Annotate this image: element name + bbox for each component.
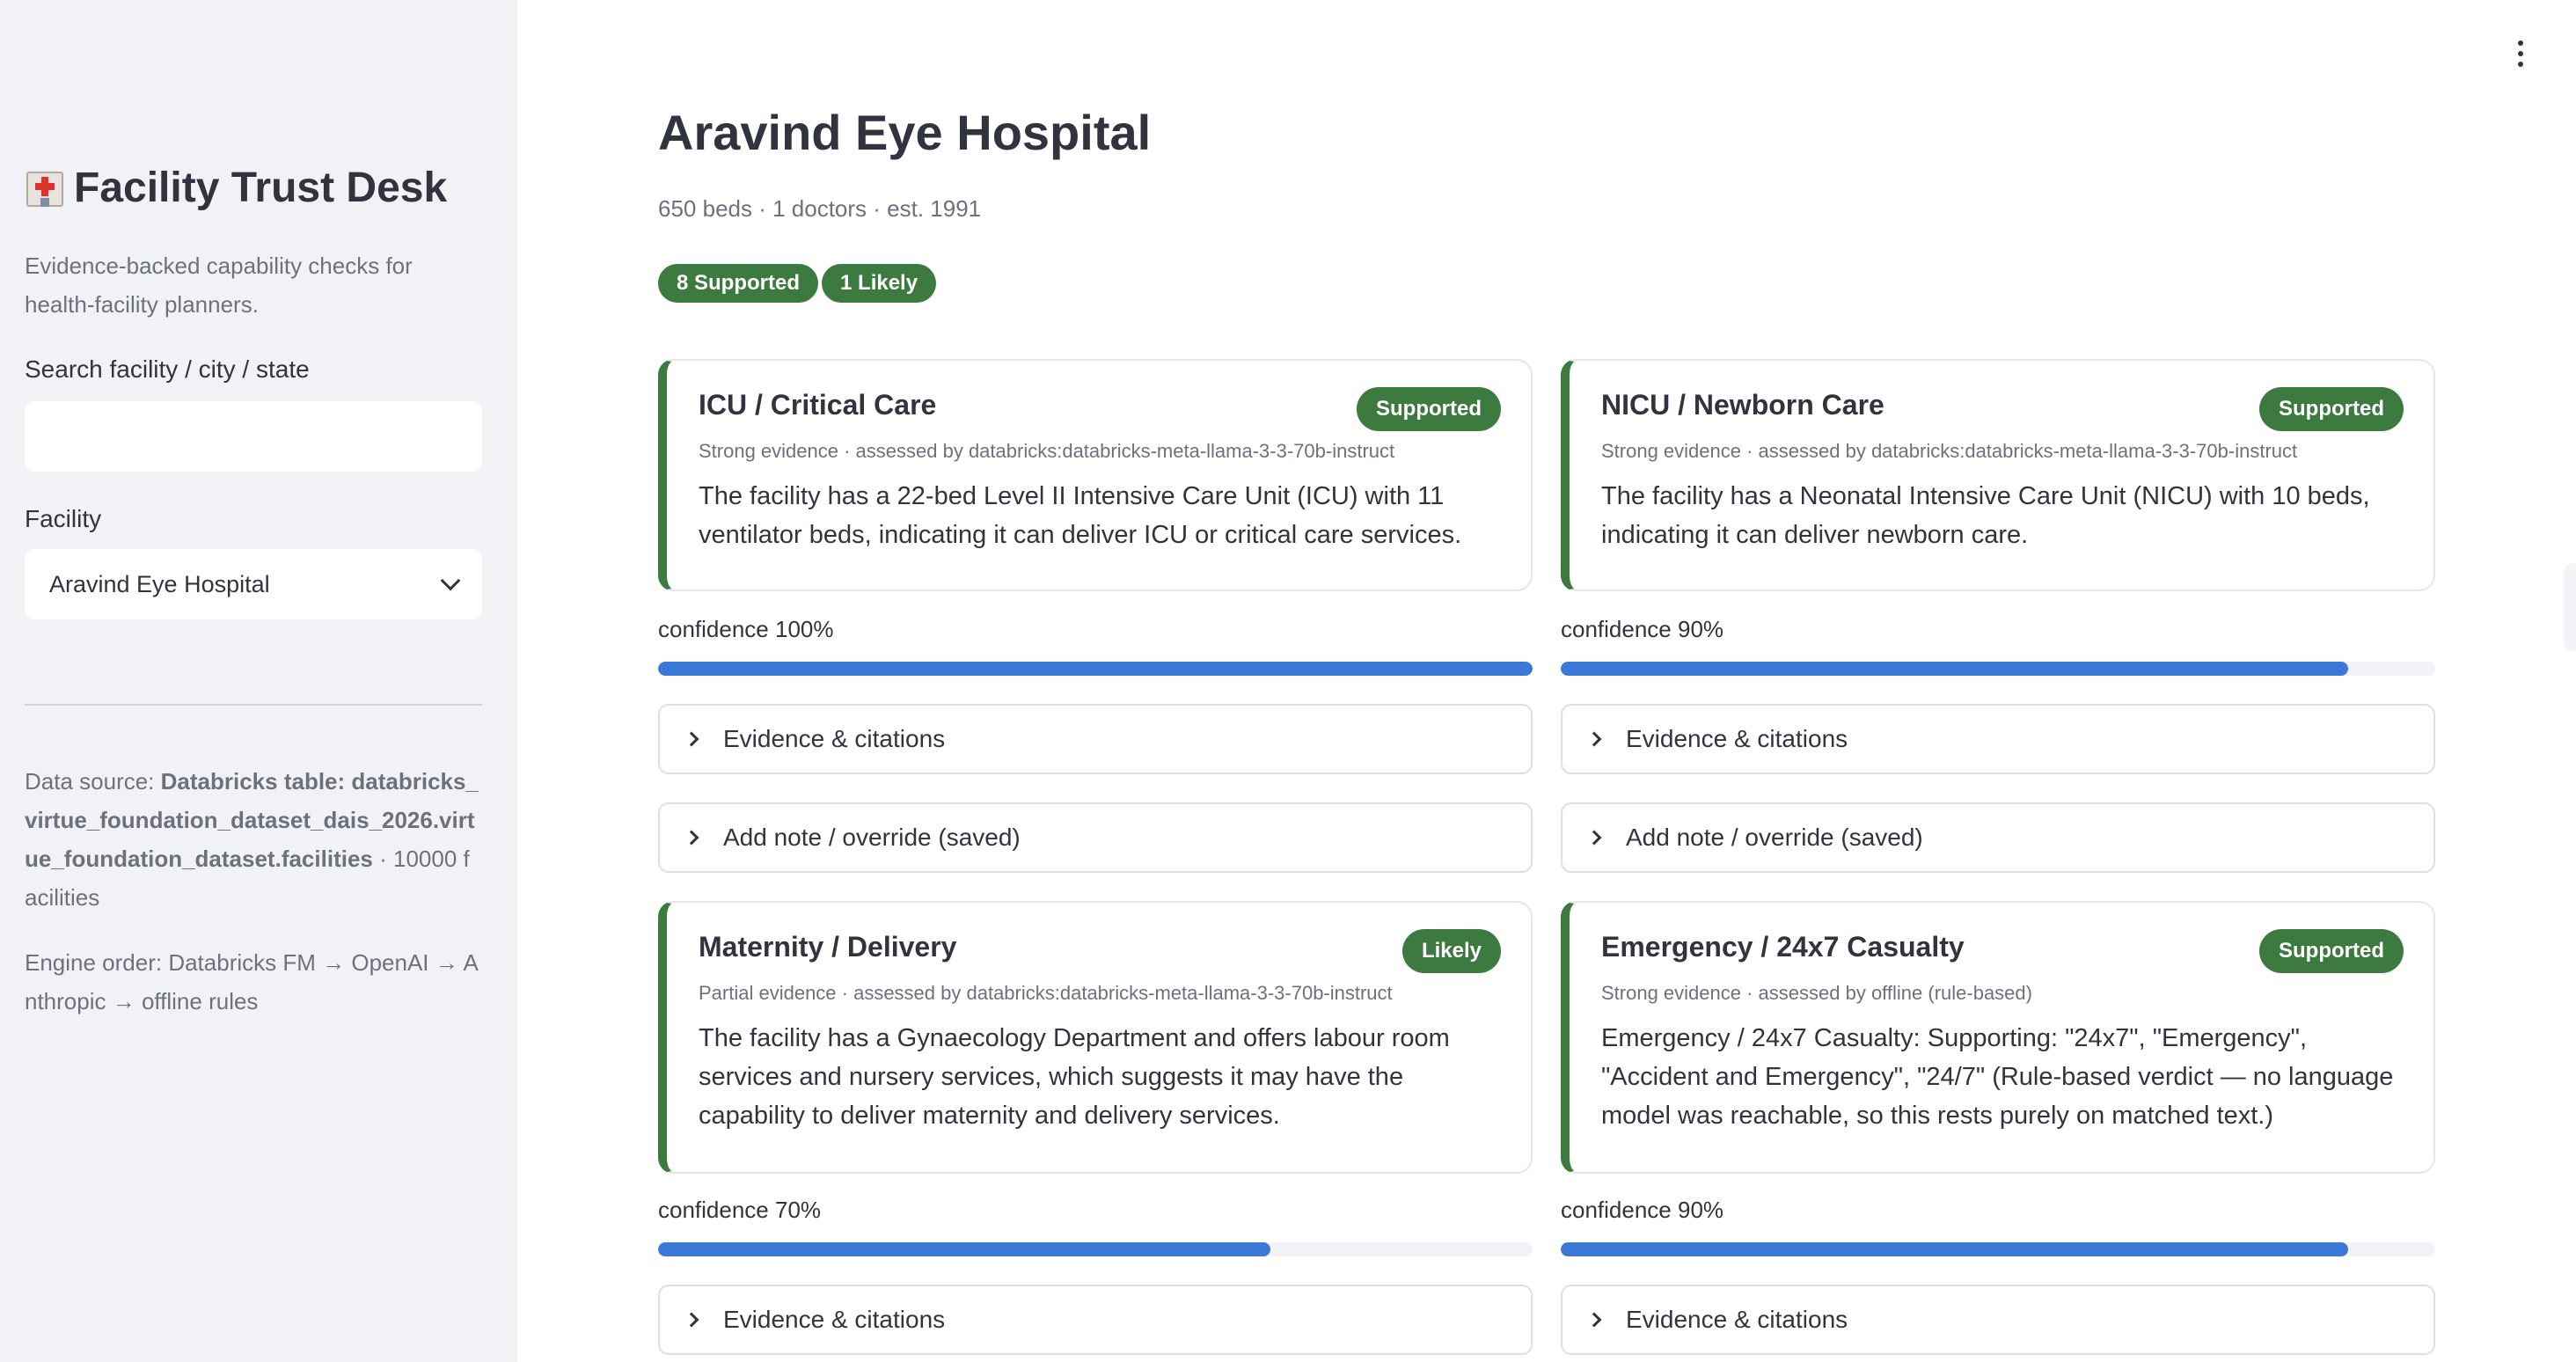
sidebar-divider: [25, 704, 482, 706]
card-text: The facility has a Neonatal Intensive Ca…: [1601, 482, 2370, 549]
chevron-right-icon: [684, 830, 699, 846]
expander-label: Evidence & citations: [1626, 1306, 1848, 1333]
capability-card-maternity: Maternity / Delivery Likely Partial evid…: [658, 901, 1533, 1174]
page-title: Aravind Eye Hospital: [658, 105, 1152, 160]
evidence-expander[interactable]: Evidence & citations: [1561, 1285, 2435, 1355]
note-expander[interactable]: Add note / override (saved): [658, 802, 1533, 873]
confidence-fill: [1561, 1242, 2348, 1256]
capability-card-emergency: Emergency / 24x7 Casualty Supported Stro…: [1561, 901, 2435, 1174]
card-meta: Strong evidence · assessed by offline (r…: [1601, 982, 2032, 1004]
expander-label: Evidence & citations: [723, 1306, 946, 1333]
app-title: Facility Trust Desk: [25, 164, 447, 212]
search-input[interactable]: [25, 401, 482, 472]
capability-card-icu: ICU / Critical Care Supported Strong evi…: [658, 359, 1533, 591]
search-label: Search facility / city / state: [25, 355, 310, 383]
status-badge: Supported: [2259, 929, 2404, 973]
more-menu-icon[interactable]: [2516, 40, 2525, 67]
card-text: The facility has a 22-bed Level II Inten…: [699, 482, 1462, 549]
chevron-right-icon: [684, 731, 699, 747]
app-title-text: Facility Trust Desk: [74, 165, 448, 211]
scrollbar[interactable]: [2564, 563, 2576, 651]
facility-select-value: Aravind Eye Hospital: [49, 570, 270, 597]
card-meta: Partial evidence · assessed by databrick…: [699, 982, 1393, 1004]
data-source-prefix: Data source:: [25, 768, 161, 794]
capability-card-nicu: NICU / Newborn Care Supported Strong evi…: [1561, 359, 2435, 591]
confidence-label: confidence 90%: [1561, 616, 1724, 642]
confidence-label: confidence 100%: [658, 616, 834, 642]
expander-label: Evidence & citations: [1626, 725, 1848, 752]
app-subtitle: Evidence-backed capability checks for he…: [25, 253, 413, 318]
confidence-fill: [658, 662, 1533, 676]
expander-label: Evidence & citations: [723, 725, 946, 752]
confidence-bar: [658, 662, 1533, 676]
status-badge: Supported: [1357, 387, 1501, 431]
card-meta: Strong evidence · assessed by databricks…: [699, 440, 1395, 462]
sidebar: Facility Trust Desk Evidence-backed capa…: [0, 0, 517, 1362]
card-meta: Strong evidence · assessed by databricks…: [1601, 440, 2298, 462]
engine-order-info: Engine order: Databricks FM → OpenAI → A…: [25, 949, 479, 1014]
chevron-right-icon: [684, 1312, 699, 1328]
confidence-bar: [1561, 1242, 2435, 1256]
facility-label: Facility: [25, 505, 102, 532]
chevron-right-icon: [1586, 830, 1602, 846]
card-title: Maternity / Delivery: [699, 931, 957, 963]
confidence-bar: [658, 1242, 1533, 1256]
chevron-right-icon: [1586, 731, 1602, 747]
data-source-info: Data source: Databricks table: databrick…: [25, 762, 482, 917]
card-title: ICU / Critical Care: [699, 389, 937, 421]
card-text: The facility has a Gynaecology Departmen…: [699, 1024, 1450, 1130]
confidence-fill: [658, 1242, 1270, 1256]
summary-badges: 8 Supported 1 Likely: [658, 264, 937, 303]
confidence-label: confidence 70%: [658, 1197, 822, 1223]
status-badge: Likely: [1401, 929, 1501, 973]
chevron-down-icon: [440, 570, 461, 591]
status-badge: Supported: [2259, 387, 2404, 431]
likely-count-badge: 1 Likely: [822, 264, 937, 303]
evidence-expander[interactable]: Evidence & citations: [1561, 704, 2435, 774]
expander-label: Add note / override (saved): [723, 824, 1021, 851]
card-title: NICU / Newborn Care: [1601, 389, 1884, 421]
confidence-fill: [1561, 662, 2348, 676]
chevron-right-icon: [1586, 1312, 1602, 1328]
expander-label: Add note / override (saved): [1626, 824, 1923, 851]
supported-count-badge: 8 Supported: [658, 264, 819, 303]
card-title: Emergency / 24x7 Casualty: [1601, 931, 1965, 963]
confidence-label: confidence 90%: [1561, 1197, 1724, 1223]
note-expander[interactable]: Add note / override (saved): [1561, 802, 2435, 873]
facility-select[interactable]: Aravind Eye Hospital: [25, 549, 482, 619]
hospital-icon: [25, 168, 65, 209]
evidence-expander[interactable]: Evidence & citations: [658, 1285, 1533, 1355]
page-subtitle: 650 beds · 1 doctors · est. 1991: [658, 195, 982, 222]
card-text: Emergency / 24x7 Casualty: Supporting: "…: [1601, 1024, 2394, 1130]
confidence-bar: [1561, 662, 2435, 676]
evidence-expander[interactable]: Evidence & citations: [658, 704, 1533, 774]
